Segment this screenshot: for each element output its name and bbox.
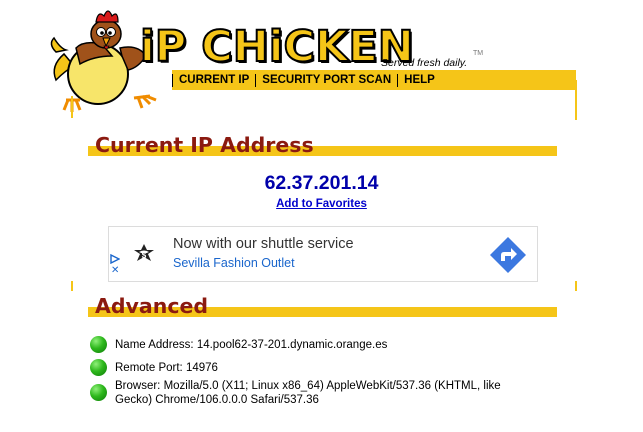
nav-security-port-scan[interactable]: SECURITY PORT SCAN [255,73,397,87]
nav-help[interactable]: HELP [397,73,441,87]
nav-current-ip[interactable]: CURRENT IP [172,73,255,87]
advertiser-logo-icon: $ [133,243,155,265]
ad-banner[interactable]: ✕ $ Now with our shuttle service Sevilla… [108,226,538,282]
advanced-heading: Advanced [95,294,209,318]
tagline: Served fresh daily. [381,57,468,69]
ad-info-icon[interactable] [110,254,120,264]
ad-close-icon[interactable]: ✕ [111,266,119,276]
status-indicator-icon [90,359,107,376]
main-nav: CURRENT IP SECURITY PORT SCAN HELP [172,70,576,90]
directions-arrow-icon[interactable] [489,236,527,274]
add-to-favorites-link: Add to Favorites [0,198,643,210]
browser-row: Browser: Mozilla/5.0 (X11; Linux x86_64)… [115,380,501,406]
site-logo[interactable]: iP CHiCKEN [139,18,415,76]
status-indicator-icon [90,336,107,353]
ad-title[interactable]: Now with our shuttle service [173,236,354,252]
content-border-left-top [71,96,73,118]
svg-text:$: $ [142,251,147,260]
add-to-favorites-label[interactable]: Add to Favorites [276,198,367,210]
content-border-left-mid [71,281,73,291]
ip-address: 62.37.201.14 [264,172,379,194]
content-border-right-mid [575,281,577,291]
status-indicator-icon [90,384,107,401]
ad-subtitle[interactable]: Sevilla Fashion Outlet [173,256,295,270]
remote-port-row: Remote Port: 14976 [115,362,218,374]
current-ip-heading: Current IP Address [95,133,314,157]
trademark: TM [473,50,484,57]
name-address-row: Name Address: 14.pool62-37-201.dynamic.o… [115,339,388,351]
content-border-right-top [575,80,577,120]
